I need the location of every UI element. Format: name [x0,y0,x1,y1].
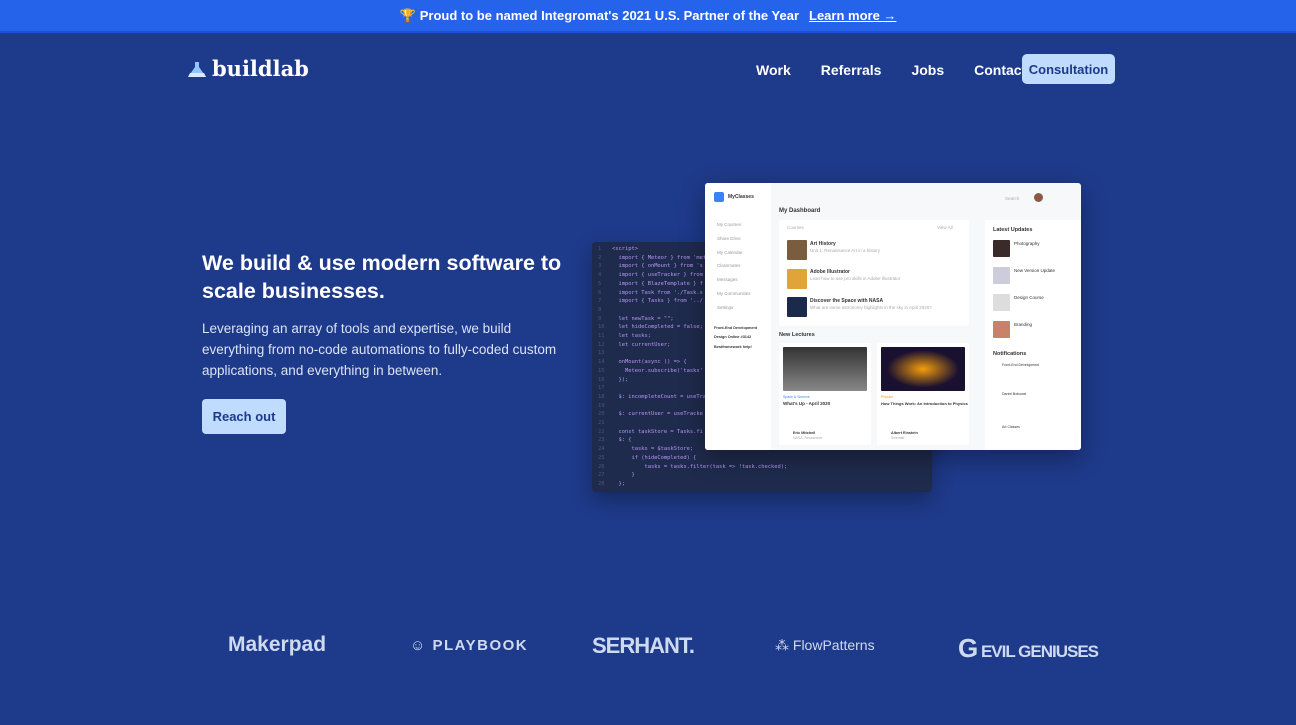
code-line: 25 if (hideCompleted) { [598,454,697,461]
consultation-button[interactable]: Consultation [1022,54,1115,84]
lecture-title: What's Up - April 2020 [783,401,831,406]
logo-serhant: SERHANT. [592,633,695,658]
nav-jobs[interactable]: Jobs [911,62,944,78]
logo[interactable]: buildlab [186,56,309,81]
course-desc: Unit 1: Renaissance Art in a history [810,248,881,253]
reach-out-button[interactable]: Reach out [202,399,286,434]
learn-more-link[interactable]: Learn more → [809,8,896,23]
lecture-tag: Space & Science [783,395,810,399]
update-item: New Version Update [1014,268,1056,273]
update-item: Branding [1014,322,1033,327]
notification-item: Front-End Development [1002,363,1040,367]
client-logos: Makerpad ☺ PLAYBOOK SERHANT. ⁂ FlowPatte… [0,630,1296,663]
courses-label: Courses [787,225,804,230]
notification-item: Art Classes [1002,425,1020,429]
code-line: 26 tasks = tasks.filter(task => !task.ch… [598,463,788,470]
logo-evil-geniuses: G EVIL GENIUSES [958,633,1099,663]
side-item: My Calendar [717,249,743,255]
hero-body: Leveraging an array of tools and experti… [202,321,557,378]
logo-playbook: ☺ PLAYBOOK [410,637,529,654]
side-item: My Courses [717,222,742,227]
nav-referrals[interactable]: Referrals [821,62,882,78]
group-item: Front-End Development [714,325,758,330]
lecture-author: Albert Einstein [891,431,918,435]
logo-flowpatterns: ⁂ FlowPatterns [775,637,875,653]
side-item: Settings [717,304,734,310]
group-item: Design Online #3142 [714,335,752,340]
latest-updates-heading: Latest Updates [993,227,1033,233]
banner-text: Proud to be named Integromat's 2021 U.S.… [419,8,799,23]
update-item: Design Course [1014,295,1044,300]
flask-icon [188,61,206,77]
side-item: Classmates [717,263,741,269]
side-item: Share Drive [717,235,741,241]
app-name: MyClasses [728,194,754,200]
trophy-icon: 🏆 [399,7,416,23]
nav-contact[interactable]: Contact [974,62,1026,78]
lecture-author: Eric Mitchell [793,431,816,435]
course-name: Art History [810,241,836,247]
side-item: Messages [717,277,738,283]
notifications-heading: Notifications [993,351,1027,357]
course-desc: What are some astronomy highlights in th… [810,305,932,310]
code-line: 27 } [598,472,635,479]
view-all: View All [937,225,953,230]
nav-work[interactable]: Work [756,62,791,78]
announcement-banner: 🏆 Proud to be named Integromat's 2021 U.… [0,0,1296,33]
new-lectures-heading: New Lectures [779,332,815,338]
dash-title: My Dashboard [779,208,821,214]
group-item: Bestfromework help! [714,344,752,349]
lecture-role: NASA, Researcher [793,436,823,440]
lecture-tag: Physics [881,395,894,399]
course-name: Adobe Illustrator [810,269,851,275]
notification-item: Daniel Bobowei [1002,392,1027,396]
lecture-role: Scientist [891,436,905,440]
update-item: Photography [1014,241,1040,246]
top-nav: buildlab Work Referrals Jobs Contact Con… [0,54,1296,85]
course-desc: Lean how to use pro skills in Adobe Illu… [810,276,901,281]
code-line: 28 }; [598,480,625,487]
dash-search: Search [1005,196,1020,201]
hero-title: We build & use modern software to scale … [202,251,562,303]
logo-text: buildlab [212,56,309,81]
dashboard-screenshot: MyClasses My Courses Share Drive My Cale… [705,183,1081,450]
avatar [1034,193,1043,202]
logo-makerpad: Makerpad [228,633,327,656]
lecture-title: How Things Work: An Introduction to Phys… [881,401,968,406]
app-logo-icon [714,192,724,202]
side-item: My Communities [717,290,751,296]
course-name: Discover the Space with NASA [810,298,884,304]
